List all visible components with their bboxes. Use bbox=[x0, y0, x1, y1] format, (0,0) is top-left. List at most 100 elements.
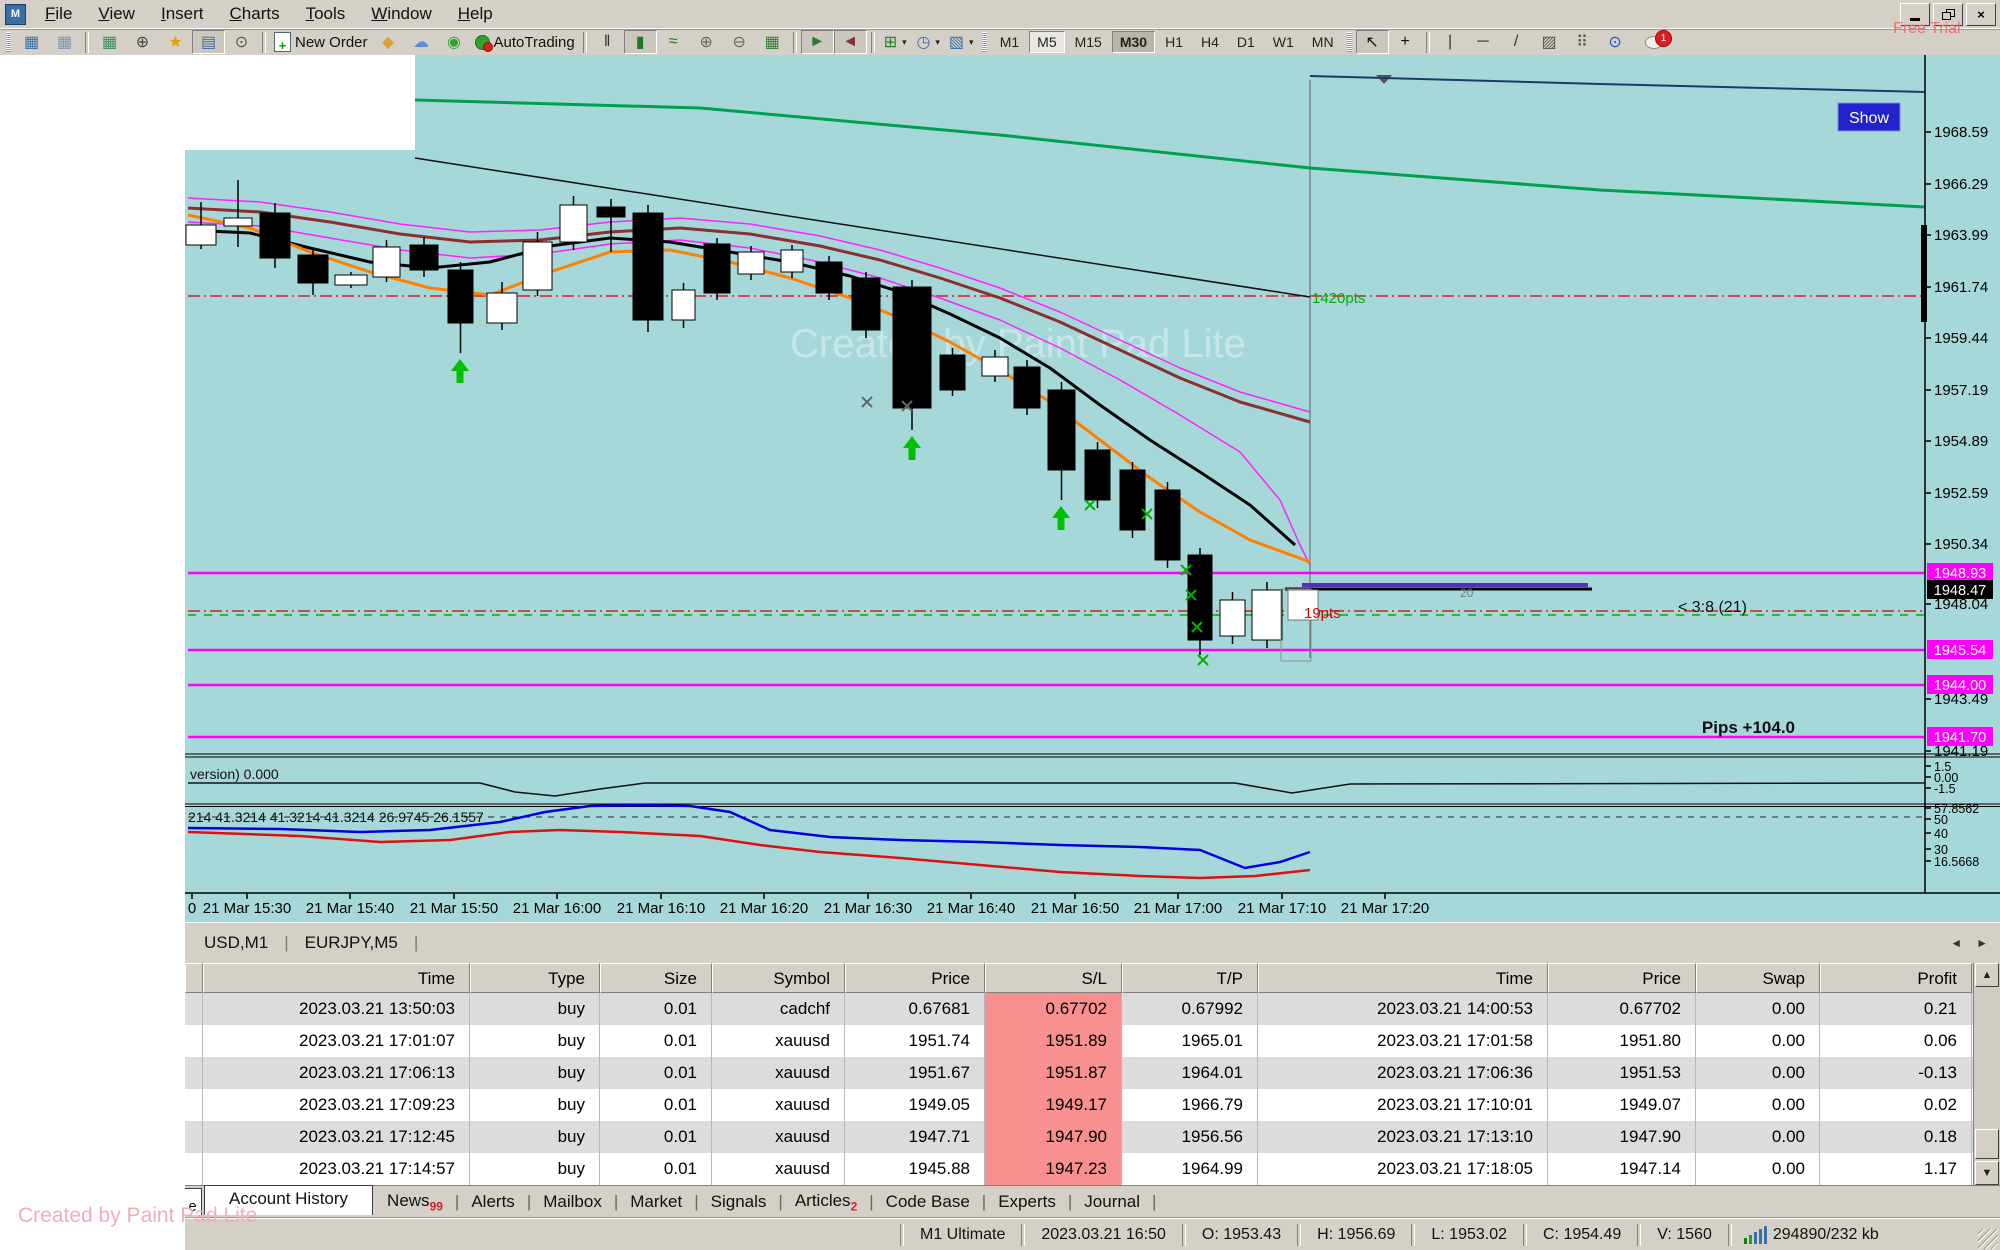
column-header-time[interactable]: Time bbox=[1258, 963, 1548, 993]
data-window-button[interactable]: ▦ bbox=[93, 30, 126, 54]
horizontal-line-button[interactable]: ─ bbox=[1467, 30, 1500, 54]
chat-button[interactable]: 1 bbox=[1638, 30, 1671, 54]
table-scrollbar[interactable]: ▲▼ bbox=[1973, 963, 2000, 1185]
chart-tab-usd-m1[interactable]: USD,M1 bbox=[190, 933, 282, 953]
close-button[interactable]: × bbox=[1966, 3, 1996, 26]
chart-tab-eurjpy-m5[interactable]: EURJPY,M5 bbox=[291, 933, 412, 953]
timeframe-m30[interactable]: M30 bbox=[1112, 31, 1155, 53]
price-axis-label: 1948.04 bbox=[1934, 596, 1988, 613]
scroll-up-icon[interactable]: ▲ bbox=[1975, 963, 1999, 987]
timeframe-h4[interactable]: H4 bbox=[1193, 31, 1227, 53]
templates-button[interactable]: ▧▾ bbox=[945, 30, 978, 54]
auto-scroll-button[interactable]: ► bbox=[801, 30, 834, 54]
level-price-badge: 1948.93 bbox=[1927, 563, 1993, 582]
resize-grip-icon[interactable] bbox=[1978, 1229, 1998, 1249]
cell-type: buy bbox=[470, 1089, 600, 1121]
signals-button[interactable]: ◉ bbox=[438, 30, 471, 54]
table-row[interactable]: 2023.03.21 17:09:23buy0.01xauusd1949.051… bbox=[185, 1089, 2000, 1121]
column-header-swap[interactable]: Swap bbox=[1696, 963, 1820, 993]
timeframe-m1[interactable]: M1 bbox=[992, 31, 1027, 53]
line-chart-button[interactable]: ≈ bbox=[657, 30, 690, 54]
zoom-out-button[interactable]: ⊖ bbox=[723, 30, 756, 54]
tab-code-base[interactable]: Code Base bbox=[874, 1192, 982, 1212]
bar-chart-button[interactable]: ‖ bbox=[591, 30, 624, 54]
profiles-button[interactable]: ▦ bbox=[48, 30, 81, 54]
navigator-button[interactable]: ★ bbox=[159, 30, 192, 54]
menu-tools[interactable]: Tools bbox=[293, 1, 359, 27]
table-row[interactable]: 2023.03.21 17:14:57buy0.01xauusd1945.881… bbox=[185, 1153, 2000, 1185]
objects-grid-button[interactable]: ⠿ bbox=[1566, 30, 1599, 54]
menu-file[interactable]: File bbox=[32, 1, 85, 27]
price-axis-label: 1954.89 bbox=[1934, 433, 1988, 450]
autotrading-button[interactable]: AutoTrading bbox=[471, 30, 579, 54]
chart-shift-button[interactable]: ◄ bbox=[834, 30, 867, 54]
timeframe-m15[interactable]: M15 bbox=[1067, 31, 1110, 53]
scrollbar-thumb[interactable] bbox=[1975, 1129, 1999, 1159]
table-row[interactable]: 2023.03.21 17:01:07buy0.01xauusd1951.741… bbox=[185, 1025, 2000, 1057]
column-header-price[interactable]: Price bbox=[845, 963, 985, 993]
column-header[interactable] bbox=[185, 963, 203, 993]
expert-advisors-button[interactable]: ◆ bbox=[372, 30, 405, 54]
time-axis-label: 0 bbox=[188, 900, 196, 917]
cursor-button[interactable]: ↖ bbox=[1356, 30, 1389, 54]
tab-journal[interactable]: Journal bbox=[1072, 1192, 1152, 1212]
timeframe-m5[interactable]: M5 bbox=[1029, 31, 1064, 53]
strategy-tester-button[interactable]: ⊙ bbox=[225, 30, 258, 54]
terminal-button[interactable]: ▤ bbox=[192, 30, 225, 54]
candlestick-chart-button[interactable]: ▮ bbox=[624, 30, 657, 54]
tab-signals[interactable]: Signals bbox=[699, 1192, 779, 1212]
cell-price: 1945.88 bbox=[845, 1153, 985, 1185]
scroll-right-icon[interactable]: ► bbox=[1972, 934, 1992, 952]
timeframe-d1[interactable]: D1 bbox=[1229, 31, 1263, 53]
timeframe-h1[interactable]: H1 bbox=[1157, 31, 1191, 53]
candle-bullish bbox=[186, 225, 216, 245]
show-button[interactable]: Show bbox=[1838, 103, 1900, 131]
table-row[interactable]: 2023.03.21 17:12:45buy0.01xauusd1947.711… bbox=[185, 1121, 2000, 1153]
tab-experts[interactable]: Experts bbox=[986, 1192, 1068, 1212]
new-order-button[interactable]: +New Order bbox=[270, 30, 372, 54]
candle-bearish bbox=[1188, 555, 1212, 640]
cell-symbol: xauusd bbox=[712, 1025, 845, 1057]
column-header-profit[interactable]: Profit bbox=[1820, 963, 1972, 993]
mql5-community-button[interactable]: ☁ bbox=[405, 30, 438, 54]
search-button[interactable]: ⊙ bbox=[1599, 30, 1632, 54]
zoom-in-button[interactable]: ⊕ bbox=[690, 30, 723, 54]
tab-alerts[interactable]: Alerts bbox=[459, 1192, 526, 1212]
market-watch-button[interactable]: ⊕ bbox=[126, 30, 159, 54]
tile-windows-button[interactable]: ▦ bbox=[756, 30, 789, 54]
periods-button[interactable]: ◷▾ bbox=[912, 30, 945, 54]
new-chart-icon: ▦ bbox=[24, 32, 39, 52]
menu-window[interactable]: Window bbox=[358, 1, 444, 27]
column-header-time[interactable]: Time bbox=[203, 963, 470, 993]
menu-insert[interactable]: Insert bbox=[148, 1, 217, 27]
vertical-line-button[interactable]: | bbox=[1434, 30, 1467, 54]
menu-charts[interactable]: Charts bbox=[217, 1, 293, 27]
equidistant-channel-button[interactable]: ▨ bbox=[1533, 30, 1566, 54]
table-row[interactable]: 2023.03.21 17:06:13buy0.01xauusd1951.671… bbox=[185, 1057, 2000, 1089]
table-row[interactable]: 2023.03.21 13:50:03buy0.01cadchf0.676810… bbox=[185, 993, 2000, 1025]
menu-help[interactable]: Help bbox=[445, 1, 506, 27]
timeframe-w1[interactable]: W1 bbox=[1265, 31, 1302, 53]
column-header-sl[interactable]: S/L bbox=[985, 963, 1122, 993]
time-axis-label: 21 Mar 16:30 bbox=[824, 900, 912, 917]
price-chart[interactable]: Created by Paint Pad Lite19pts1420pts< 3… bbox=[0, 55, 2000, 922]
column-header-price[interactable]: Price bbox=[1548, 963, 1696, 993]
tab-mailbox[interactable]: Mailbox bbox=[531, 1192, 614, 1212]
column-header-symbol[interactable]: Symbol bbox=[712, 963, 845, 993]
tab-articles[interactable]: Articles2 bbox=[783, 1191, 869, 1213]
column-header-tp[interactable]: T/P bbox=[1122, 963, 1258, 993]
menu-view[interactable]: View bbox=[85, 1, 148, 27]
new-chart-button[interactable]: ▦ bbox=[15, 30, 48, 54]
trendline-button[interactable]: / bbox=[1500, 30, 1533, 54]
crosshair-button[interactable]: + bbox=[1389, 30, 1422, 54]
cell-time: 2023.03.21 17:06:36 bbox=[1258, 1057, 1548, 1089]
scroll-left-icon[interactable]: ◄ bbox=[1946, 934, 1966, 952]
tab-market[interactable]: Market bbox=[618, 1192, 694, 1212]
indicators-button[interactable]: ⊞▾ bbox=[879, 30, 912, 54]
column-header-type[interactable]: Type bbox=[470, 963, 600, 993]
tab-news[interactable]: News99 bbox=[375, 1191, 455, 1213]
column-header-size[interactable]: Size bbox=[600, 963, 712, 993]
chat-icon: 1 bbox=[1645, 36, 1663, 49]
scroll-down-icon[interactable]: ▼ bbox=[1975, 1161, 1999, 1185]
timeframe-mn[interactable]: MN bbox=[1304, 31, 1342, 53]
